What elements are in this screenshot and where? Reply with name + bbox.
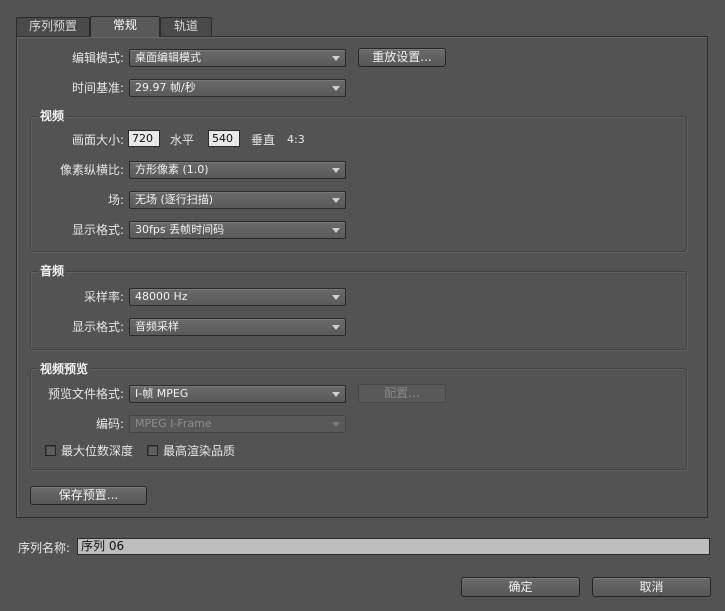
edit-mode-label: 编辑模式: [71, 51, 124, 65]
audio-heading: 音频 [38, 264, 67, 278]
save-preset-button[interactable]: 保存预置... [30, 486, 147, 505]
horizontal-label: 水平 [170, 133, 195, 147]
timebase-value: 29.97 帧/秒 [135, 81, 196, 94]
timebase-label: 时间基准: [71, 81, 124, 95]
sample-rate-value: 48000 Hz [135, 290, 188, 303]
reset-settings-button[interactable]: 重放设置... [358, 48, 446, 67]
chevron-down-icon [332, 295, 340, 300]
audio-display-format-label: 显示格式: [71, 320, 124, 334]
tab-bar: 序列预置 常规 轨道 [16, 16, 708, 37]
sequence-name-label: 序列名称: [18, 541, 71, 555]
video-heading: 视频 [38, 109, 67, 123]
frame-width-input[interactable]: 720 [128, 130, 160, 147]
frame-height-input[interactable]: 540 [208, 130, 240, 147]
codec-label: 编码: [95, 417, 124, 431]
sample-rate-select[interactable]: 48000 Hz [129, 288, 346, 306]
ok-button[interactable]: 确定 [461, 577, 580, 597]
audio-display-format-select[interactable]: 音频采样 [129, 318, 346, 336]
tab-general[interactable]: 常规 [90, 16, 160, 37]
max-render-quality-label: 最高渲染品质 [163, 444, 236, 458]
fields-select[interactable]: 无场 (逐行扫描) [129, 191, 346, 209]
timebase-select[interactable]: 29.97 帧/秒 [129, 79, 346, 97]
chevron-down-icon [332, 86, 340, 91]
pixel-aspect-label: 像素纵横比: [59, 163, 124, 177]
chevron-down-icon [332, 228, 340, 233]
frame-size-label: 画面大小: [71, 133, 124, 147]
max-bit-depth-label: 最大位数深度 [61, 444, 134, 458]
chevron-down-icon [332, 325, 340, 330]
chevron-down-icon [332, 392, 340, 397]
chevron-down-icon [332, 422, 340, 427]
codec-select[interactable]: MPEG I-Frame [129, 415, 346, 433]
cancel-button[interactable]: 取消 [592, 577, 711, 597]
aspect-ratio-text: 4:3 [287, 133, 305, 146]
preview-file-format-label: 预览文件格式: [47, 387, 124, 401]
chevron-down-icon [332, 168, 340, 173]
codec-value: MPEG I-Frame [135, 417, 212, 430]
video-display-format-select[interactable]: 30fps 丢帧时间码 [129, 221, 346, 239]
video-display-format-value: 30fps 丢帧时间码 [135, 223, 225, 236]
max-render-quality-checkbox[interactable] [147, 445, 158, 456]
sequence-name-input[interactable]: 序列 06 [77, 538, 710, 555]
preview-file-format-value: I-帧 MPEG [135, 387, 189, 400]
sample-rate-label: 采样率: [83, 290, 124, 304]
audio-group [30, 271, 687, 350]
max-bit-depth-checkbox[interactable] [45, 445, 56, 456]
edit-mode-select[interactable]: 桌面编辑模式 [129, 49, 346, 67]
video-display-format-label: 显示格式: [71, 223, 124, 237]
edit-mode-value: 桌面编辑模式 [135, 51, 201, 64]
fields-value: 无场 (逐行扫描) [135, 193, 214, 206]
video-preview-heading: 视频预览 [38, 362, 91, 376]
vertical-label: 垂直 [251, 133, 276, 147]
pixel-aspect-value: 方形像素 (1.0) [135, 163, 209, 176]
chevron-down-icon [332, 198, 340, 203]
tab-tracks[interactable]: 轨道 [160, 17, 212, 36]
fields-label: 场: [107, 193, 124, 207]
tab-sequence-presets[interactable]: 序列预置 [16, 17, 90, 36]
preview-file-format-select[interactable]: I-帧 MPEG [129, 385, 346, 403]
chevron-down-icon [332, 56, 340, 61]
configure-button[interactable]: 配置... [358, 384, 446, 403]
pixel-aspect-select[interactable]: 方形像素 (1.0) [129, 161, 346, 179]
audio-display-format-value: 音频采样 [135, 320, 179, 333]
